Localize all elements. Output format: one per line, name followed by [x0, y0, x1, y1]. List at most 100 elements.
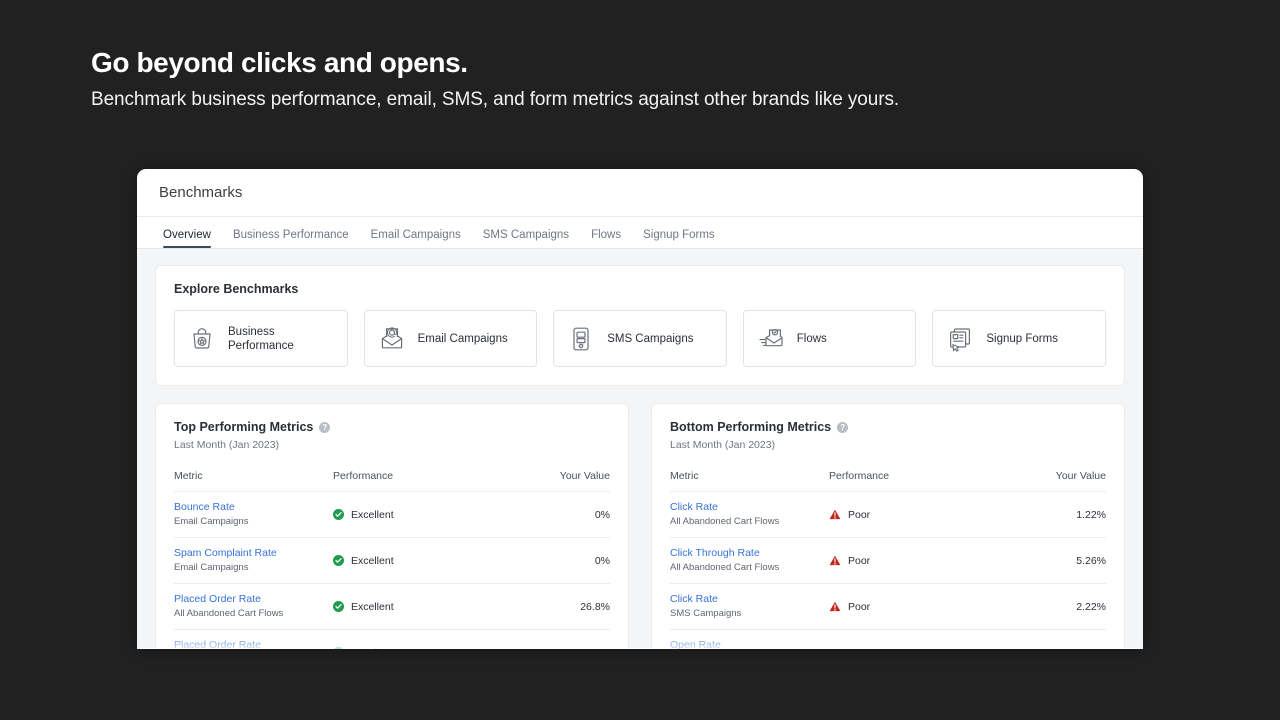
status-badge: Poor: [848, 555, 870, 567]
status-badge: Poor: [848, 509, 870, 521]
performance-cell: Poor: [829, 492, 1014, 538]
performance-cell: Poor: [829, 584, 1014, 630]
metric-channel: All Abandoned Cart Flows: [670, 515, 829, 528]
tab-business-performance[interactable]: Business Performance: [222, 229, 360, 248]
excellent-check-icon: [333, 555, 344, 566]
metric-link[interactable]: Click Through Rate: [670, 547, 829, 560]
your-value-cell: 0%: [518, 492, 610, 538]
metric-channel: SMS Campaigns: [670, 607, 829, 620]
top-metrics-table: MetricPerformanceYour Value Bounce RateE…: [174, 470, 610, 649]
status-badge: Excellent: [351, 601, 394, 613]
column-header: Metric: [670, 470, 829, 492]
explore-card-business-performance[interactable]: Business Performance: [174, 310, 348, 367]
metric-cell: Bounce RateEmail Campaigns: [174, 492, 333, 538]
metric-link[interactable]: Placed Order Rate: [174, 593, 333, 606]
table-row: Click RateSMS Campaigns Poor 2.22%: [670, 584, 1106, 630]
bottom-metrics-period: Last Month (Jan 2023): [670, 439, 1106, 451]
performance-cell: Excellent: [333, 630, 518, 650]
explore-benchmarks-cards: Business Performance Email Campaigns SMS C…: [174, 310, 1106, 367]
table-row: Placed Order RateAll Abandoned Cart Flow…: [174, 584, 610, 630]
open-envelope-at-icon: [379, 326, 405, 352]
top-metrics-period: Last Month (Jan 2023): [174, 439, 610, 451]
metric-link[interactable]: Spam Complaint Rate: [174, 547, 333, 560]
your-value-cell: 5.26%: [1014, 538, 1106, 584]
status-badge: Poor: [848, 601, 870, 613]
table-row: Click Through RateAll Abandoned Cart Flo…: [670, 538, 1106, 584]
bottom-metrics-title: Bottom Performing Metrics: [670, 420, 831, 434]
status-badge: Excellent: [351, 647, 394, 650]
metric-link[interactable]: Click Rate: [670, 501, 829, 514]
form-cursor-icon: [947, 326, 973, 352]
table-header-row: MetricPerformanceYour Value: [174, 470, 610, 492]
status-badge: Excellent: [351, 509, 394, 521]
metric-link[interactable]: Click Rate: [670, 593, 829, 606]
explore-card-signup-forms[interactable]: Signup Forms: [932, 310, 1106, 367]
metric-link[interactable]: Bounce Rate: [174, 501, 333, 514]
explore-card-flows[interactable]: Flows: [743, 310, 917, 367]
table-row: Click RateAll Abandoned Cart Flows Poor 1.…: [670, 492, 1106, 538]
metric-channel: Email Campaigns: [174, 561, 333, 574]
metric-link[interactable]: Placed Order Rate: [174, 639, 333, 649]
table-header-row: MetricPerformanceYour Value: [670, 470, 1106, 492]
status-badge: Fair: [848, 647, 866, 650]
metric-channel: Email Campaigns: [174, 515, 333, 528]
performance-cell: Excellent: [333, 584, 518, 630]
tab-flows[interactable]: Flows: [580, 229, 632, 248]
fair-warning-icon: [829, 647, 841, 649]
your-value-cell: 2.22%: [1014, 584, 1106, 630]
explore-card-email-campaigns[interactable]: Email Campaigns: [364, 310, 538, 367]
envelope-flow-check-icon: [758, 326, 784, 352]
hero-section: Go beyond clicks and opens. Benchmark bu…: [91, 46, 1191, 113]
your-value-cell: 26.8%: [518, 584, 610, 630]
bottom-performing-metrics-panel: Bottom Performing Metrics ? Last Month (…: [651, 403, 1125, 649]
tab-overview[interactable]: Overview: [152, 229, 222, 248]
table-row: Placed Order RateAll FlowsExcellent17.7%: [174, 630, 610, 650]
your-value-cell: 15.0%: [1014, 630, 1106, 650]
app-window: Benchmarks OverviewBusiness PerformanceE…: [137, 169, 1143, 649]
top-metrics-header: Top Performing Metrics ?: [174, 420, 610, 434]
tab-sms-campaigns[interactable]: SMS Campaigns: [472, 229, 580, 248]
your-value-cell: 0%: [518, 538, 610, 584]
metric-channel: All Abandoned Cart Flows: [174, 607, 333, 620]
app-header: Benchmarks: [137, 169, 1143, 217]
performance-cell: Excellent: [333, 492, 518, 538]
explore-benchmarks-panel: Explore Benchmarks Business Performance E…: [155, 265, 1125, 386]
metric-cell: Open RateAll Thank You Flows: [670, 630, 829, 650]
explore-card-sms-campaigns[interactable]: SMS Campaigns: [553, 310, 727, 367]
explore-card-label: Email Campaigns: [418, 332, 508, 346]
page-title: Go beyond clicks and opens.: [91, 46, 1191, 80]
table-row: Open RateAll Thank You Flows Fair 15.0%: [670, 630, 1106, 650]
column-header: Your Value: [518, 470, 610, 492]
excellent-check-icon: [333, 509, 344, 520]
column-header: Metric: [174, 470, 333, 492]
tab-label: Business Performance: [233, 229, 349, 241]
tab-signup-forms[interactable]: Signup Forms: [632, 229, 726, 248]
tab-label: Signup Forms: [643, 229, 715, 241]
explore-card-label: Business Performance: [228, 325, 333, 353]
performance-cell: Poor: [829, 538, 1014, 584]
metrics-row: Top Performing Metrics ? Last Month (Jan…: [155, 403, 1125, 649]
poor-warning-icon: [829, 555, 841, 566]
metric-cell: Placed Order RateAll Abandoned Cart Flow…: [174, 584, 333, 630]
metric-link[interactable]: Open Rate: [670, 639, 829, 649]
metric-channel: All Abandoned Cart Flows: [670, 561, 829, 574]
tab-email-campaigns[interactable]: Email Campaigns: [360, 229, 472, 248]
mobile-phone-message-icon: [568, 326, 594, 352]
status-badge: Excellent: [351, 555, 394, 567]
help-icon[interactable]: ?: [319, 422, 330, 433]
page-subtitle: Benchmark business performance, email, S…: [91, 87, 1191, 113]
explore-card-label: SMS Campaigns: [607, 332, 693, 346]
tab-label: Flows: [591, 229, 621, 241]
help-icon[interactable]: ?: [837, 422, 848, 433]
excellent-check-icon: [333, 601, 344, 612]
your-value-cell: 1.22%: [1014, 492, 1106, 538]
bottom-metrics-table: MetricPerformanceYour Value Click RateAl…: [670, 470, 1106, 649]
tab-label: SMS Campaigns: [483, 229, 569, 241]
column-header: Your Value: [1014, 470, 1106, 492]
tab-label: Email Campaigns: [371, 229, 461, 241]
explore-benchmarks-title: Explore Benchmarks: [174, 282, 1106, 296]
metric-cell: Spam Complaint RateEmail Campaigns: [174, 538, 333, 584]
column-header: Performance: [333, 470, 518, 492]
performance-cell: Fair: [829, 630, 1014, 650]
bottom-metrics-header: Bottom Performing Metrics ?: [670, 420, 1106, 434]
